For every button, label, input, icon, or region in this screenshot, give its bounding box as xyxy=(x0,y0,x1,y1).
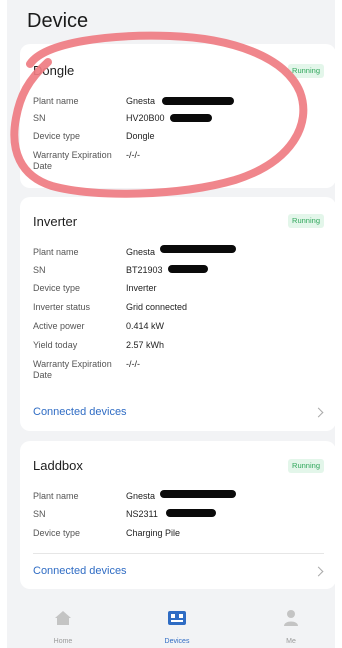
device-screen: Device Dongle Running Plant name Gnesta … xyxy=(7,0,335,648)
row-value: NS2311 xyxy=(126,509,158,519)
row-value: Gnesta xyxy=(126,247,156,257)
row-value: Gnesta xyxy=(126,491,156,501)
device-card-laddbox[interactable]: Laddbox Running Plant name Gnesta SN NS2… xyxy=(20,441,335,589)
row-value: Gnesta xyxy=(126,96,156,106)
row-value: BT21903 xyxy=(126,265,163,275)
device-card-dongle[interactable]: Dongle Running Plant name Gnesta SN HV20… xyxy=(20,44,335,188)
home-icon xyxy=(33,608,93,628)
connected-devices-link[interactable]: Connected devices xyxy=(33,406,127,418)
row-label: Warranty Expiration Date xyxy=(33,150,112,171)
row-label: Active power xyxy=(33,321,85,331)
row-label: Yield today xyxy=(33,340,78,350)
redaction-mark xyxy=(170,114,212,122)
row-label: SN xyxy=(33,509,46,519)
status-badge: Running xyxy=(288,459,324,473)
divider xyxy=(33,553,324,554)
row-value: Charging Pile xyxy=(126,528,181,538)
row-label: Device type xyxy=(33,528,81,538)
redaction-mark xyxy=(166,509,216,517)
redaction-mark xyxy=(160,245,236,253)
row-value: -/-/- xyxy=(126,359,140,369)
chevron-right-icon[interactable] xyxy=(313,566,324,577)
bottom-tab-bar: Home Devices Me xyxy=(7,598,335,648)
row-label: SN xyxy=(33,265,46,275)
row-label: Device type xyxy=(33,131,81,141)
tab-label: Home xyxy=(53,638,73,645)
card-title: Dongle xyxy=(33,63,75,78)
row-value: 0.414 kW xyxy=(126,321,165,331)
row-value: Dongle xyxy=(126,131,155,141)
row-value: Grid connected xyxy=(126,302,188,312)
row-value: HV20B00 xyxy=(126,113,165,123)
row-label: Device type xyxy=(33,283,81,293)
row-value: 2.57 kWh xyxy=(126,340,165,350)
row-value: -/-/- xyxy=(126,150,140,160)
card-title: Inverter xyxy=(33,214,78,229)
redaction-mark xyxy=(160,490,236,498)
device-card-inverter[interactable]: Inverter Running Plant name Gnesta SN BT… xyxy=(20,197,335,431)
row-label: SN xyxy=(33,113,46,123)
tab-label: Me xyxy=(286,638,296,645)
row-label: Plant name xyxy=(33,96,79,106)
tab-devices[interactable]: Devices xyxy=(147,608,207,645)
row-label: Plant name xyxy=(33,491,79,501)
person-icon xyxy=(261,608,321,628)
tab-home[interactable]: Home xyxy=(33,608,93,645)
card-title: Laddbox xyxy=(33,458,83,473)
row-label: Plant name xyxy=(33,247,79,257)
redaction-mark xyxy=(162,97,234,105)
tab-me[interactable]: Me xyxy=(261,608,321,645)
status-badge: Running xyxy=(288,64,324,78)
row-value: Inverter xyxy=(126,283,157,293)
row-label: Inverter status xyxy=(33,302,91,312)
tab-label: Devices xyxy=(164,638,190,645)
page-title: Device xyxy=(27,10,89,32)
row-label: Warranty Expiration Date xyxy=(33,359,112,380)
devices-icon xyxy=(147,608,207,628)
redaction-mark xyxy=(168,265,208,273)
chevron-right-icon[interactable] xyxy=(313,407,324,418)
status-badge: Running xyxy=(288,214,324,228)
connected-devices-link[interactable]: Connected devices xyxy=(33,565,127,577)
